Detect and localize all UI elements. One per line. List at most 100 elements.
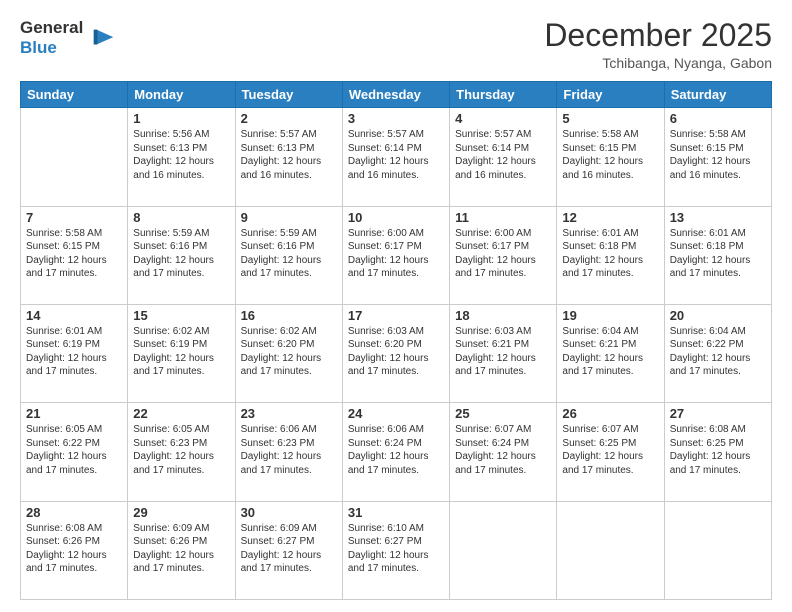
day-info: Sunrise: 5:59 AMSunset: 6:16 PMDaylight:… bbox=[241, 227, 337, 281]
calendar-cell: 30Sunrise: 6:09 AMSunset: 6:27 PMDayligh… bbox=[235, 501, 342, 599]
day-number: 24 bbox=[348, 406, 444, 421]
weekday-header-monday: Monday bbox=[128, 82, 235, 108]
location: Tchibanga, Nyanga, Gabon bbox=[544, 55, 772, 71]
day-info: Sunrise: 6:10 AMSunset: 6:27 PMDaylight:… bbox=[348, 522, 444, 576]
calendar-cell: 3 Sunrise: 5:57 AMSunset: 6:14 PMDaylight… bbox=[342, 108, 449, 206]
day-number: 4 bbox=[455, 111, 551, 126]
day-number: 2 bbox=[241, 111, 337, 126]
calendar-cell: 25 Sunrise: 6:07 AMSunset: 6:24 PMDayligh… bbox=[450, 403, 557, 501]
logo-blue: Blue bbox=[20, 38, 83, 58]
day-number: 17 bbox=[348, 308, 444, 323]
day-number: 22 bbox=[133, 406, 229, 421]
day-number: 23 bbox=[241, 406, 337, 421]
day-info: Sunrise: 5:56 AMSunset: 6:13 PMDaylight:… bbox=[133, 128, 229, 182]
calendar-cell bbox=[450, 501, 557, 599]
day-number: 26 bbox=[562, 406, 658, 421]
day-info: Sunrise: 6:08 AMSunset: 6:25 PMDaylight:… bbox=[670, 423, 766, 477]
day-number: 20 bbox=[670, 308, 766, 323]
logo-icon bbox=[89, 24, 117, 52]
calendar-cell: 31 Sunrise: 6:10 AMSunset: 6:27 PMDayligh… bbox=[342, 501, 449, 599]
day-number: 21 bbox=[26, 406, 122, 421]
day-info: Sunrise: 6:01 AMSunset: 6:18 PMDaylight:… bbox=[562, 227, 658, 281]
title-block: December 2025 Tchibanga, Nyanga, Gabon bbox=[544, 18, 772, 71]
day-info: Sunrise: 6:04 AMSunset: 6:21 PMDaylight:… bbox=[562, 325, 658, 379]
calendar-cell: 29Sunrise: 6:09 AMSunset: 6:26 PMDayligh… bbox=[128, 501, 235, 599]
calendar-cell: 27 Sunrise: 6:08 AMSunset: 6:25 PMDayligh… bbox=[664, 403, 771, 501]
weekday-header-friday: Friday bbox=[557, 82, 664, 108]
day-number: 13 bbox=[670, 210, 766, 225]
calendar-cell: 11 Sunrise: 6:00 AMSunset: 6:17 PMDayligh… bbox=[450, 206, 557, 304]
calendar-week-row: 14Sunrise: 6:01 AMSunset: 6:19 PMDayligh… bbox=[21, 304, 772, 402]
day-info: Sunrise: 5:57 AMSunset: 6:14 PMDaylight:… bbox=[348, 128, 444, 182]
calendar-cell: 7 Sunrise: 5:58 AMSunset: 6:15 PMDaylight… bbox=[21, 206, 128, 304]
day-info: Sunrise: 6:05 AMSunset: 6:23 PMDaylight:… bbox=[133, 423, 229, 477]
calendar-cell: 20Sunrise: 6:04 AMSunset: 6:22 PMDayligh… bbox=[664, 304, 771, 402]
day-number: 11 bbox=[455, 210, 551, 225]
calendar-cell bbox=[21, 108, 128, 206]
calendar-cell: 10 Sunrise: 6:00 AMSunset: 6:17 PMDayligh… bbox=[342, 206, 449, 304]
day-number: 28 bbox=[26, 505, 122, 520]
day-info: Sunrise: 6:02 AMSunset: 6:19 PMDaylight:… bbox=[133, 325, 229, 379]
day-number: 15 bbox=[133, 308, 229, 323]
day-number: 7 bbox=[26, 210, 122, 225]
calendar-cell: 14Sunrise: 6:01 AMSunset: 6:19 PMDayligh… bbox=[21, 304, 128, 402]
day-number: 6 bbox=[670, 111, 766, 126]
day-number: 14 bbox=[26, 308, 122, 323]
day-number: 25 bbox=[455, 406, 551, 421]
day-info: Sunrise: 6:00 AMSunset: 6:17 PMDaylight:… bbox=[348, 227, 444, 281]
day-number: 31 bbox=[348, 505, 444, 520]
day-info: Sunrise: 6:07 AMSunset: 6:24 PMDaylight:… bbox=[455, 423, 551, 477]
day-number: 10 bbox=[348, 210, 444, 225]
calendar-cell: 21Sunrise: 6:05 AMSunset: 6:22 PMDayligh… bbox=[21, 403, 128, 501]
calendar-cell: 16Sunrise: 6:02 AMSunset: 6:20 PMDayligh… bbox=[235, 304, 342, 402]
calendar-week-row: 21Sunrise: 6:05 AMSunset: 6:22 PMDayligh… bbox=[21, 403, 772, 501]
calendar-cell: 1 Sunrise: 5:56 AMSunset: 6:13 PMDaylight… bbox=[128, 108, 235, 206]
weekday-header-sunday: Sunday bbox=[21, 82, 128, 108]
day-number: 9 bbox=[241, 210, 337, 225]
calendar-cell: 23 Sunrise: 6:06 AMSunset: 6:23 PMDayligh… bbox=[235, 403, 342, 501]
day-info: Sunrise: 6:06 AMSunset: 6:23 PMDaylight:… bbox=[241, 423, 337, 477]
logo: General Blue bbox=[20, 18, 117, 57]
calendar-cell: 6 Sunrise: 5:58 AMSunset: 6:15 PMDaylight… bbox=[664, 108, 771, 206]
day-number: 8 bbox=[133, 210, 229, 225]
calendar-cell: 18 Sunrise: 6:03 AMSunset: 6:21 PMDayligh… bbox=[450, 304, 557, 402]
calendar-cell: 8 Sunrise: 5:59 AMSunset: 6:16 PMDaylight… bbox=[128, 206, 235, 304]
weekday-header-tuesday: Tuesday bbox=[235, 82, 342, 108]
day-number: 1 bbox=[133, 111, 229, 126]
day-info: Sunrise: 5:59 AMSunset: 6:16 PMDaylight:… bbox=[133, 227, 229, 281]
weekday-header-thursday: Thursday bbox=[450, 82, 557, 108]
weekday-header-saturday: Saturday bbox=[664, 82, 771, 108]
calendar-table: SundayMondayTuesdayWednesdayThursdayFrid… bbox=[20, 81, 772, 600]
day-info: Sunrise: 6:06 AMSunset: 6:24 PMDaylight:… bbox=[348, 423, 444, 477]
day-info: Sunrise: 5:57 AMSunset: 6:13 PMDaylight:… bbox=[241, 128, 337, 182]
calendar-cell: 12 Sunrise: 6:01 AMSunset: 6:18 PMDayligh… bbox=[557, 206, 664, 304]
day-info: Sunrise: 6:03 AMSunset: 6:21 PMDaylight:… bbox=[455, 325, 551, 379]
day-number: 29 bbox=[133, 505, 229, 520]
calendar-week-row: 7 Sunrise: 5:58 AMSunset: 6:15 PMDaylight… bbox=[21, 206, 772, 304]
day-info: Sunrise: 6:07 AMSunset: 6:25 PMDaylight:… bbox=[562, 423, 658, 477]
day-info: Sunrise: 5:58 AMSunset: 6:15 PMDaylight:… bbox=[26, 227, 122, 281]
calendar-cell: 13 Sunrise: 6:01 AMSunset: 6:18 PMDayligh… bbox=[664, 206, 771, 304]
calendar-cell bbox=[557, 501, 664, 599]
day-info: Sunrise: 6:00 AMSunset: 6:17 PMDaylight:… bbox=[455, 227, 551, 281]
calendar-cell: 4Sunrise: 5:57 AMSunset: 6:14 PMDaylight… bbox=[450, 108, 557, 206]
day-info: Sunrise: 5:58 AMSunset: 6:15 PMDaylight:… bbox=[670, 128, 766, 182]
day-number: 3 bbox=[348, 111, 444, 126]
calendar-cell: 19Sunrise: 6:04 AMSunset: 6:21 PMDayligh… bbox=[557, 304, 664, 402]
day-info: Sunrise: 5:58 AMSunset: 6:15 PMDaylight:… bbox=[562, 128, 658, 182]
weekday-header-wednesday: Wednesday bbox=[342, 82, 449, 108]
day-info: Sunrise: 6:01 AMSunset: 6:18 PMDaylight:… bbox=[670, 227, 766, 281]
day-number: 12 bbox=[562, 210, 658, 225]
day-number: 18 bbox=[455, 308, 551, 323]
calendar-cell: 15 Sunrise: 6:02 AMSunset: 6:19 PMDayligh… bbox=[128, 304, 235, 402]
day-number: 16 bbox=[241, 308, 337, 323]
day-info: Sunrise: 6:08 AMSunset: 6:26 PMDaylight:… bbox=[26, 522, 122, 576]
calendar-cell: 26 Sunrise: 6:07 AMSunset: 6:25 PMDayligh… bbox=[557, 403, 664, 501]
day-info: Sunrise: 6:09 AMSunset: 6:27 PMDaylight:… bbox=[241, 522, 337, 576]
month-title: December 2025 bbox=[544, 18, 772, 53]
header: General Blue December 2025 Tchibanga, Ny… bbox=[20, 18, 772, 71]
day-info: Sunrise: 6:03 AMSunset: 6:20 PMDaylight:… bbox=[348, 325, 444, 379]
logo-text: General Blue bbox=[20, 18, 83, 57]
calendar-week-row: 28 Sunrise: 6:08 AMSunset: 6:26 PMDayligh… bbox=[21, 501, 772, 599]
day-number: 27 bbox=[670, 406, 766, 421]
